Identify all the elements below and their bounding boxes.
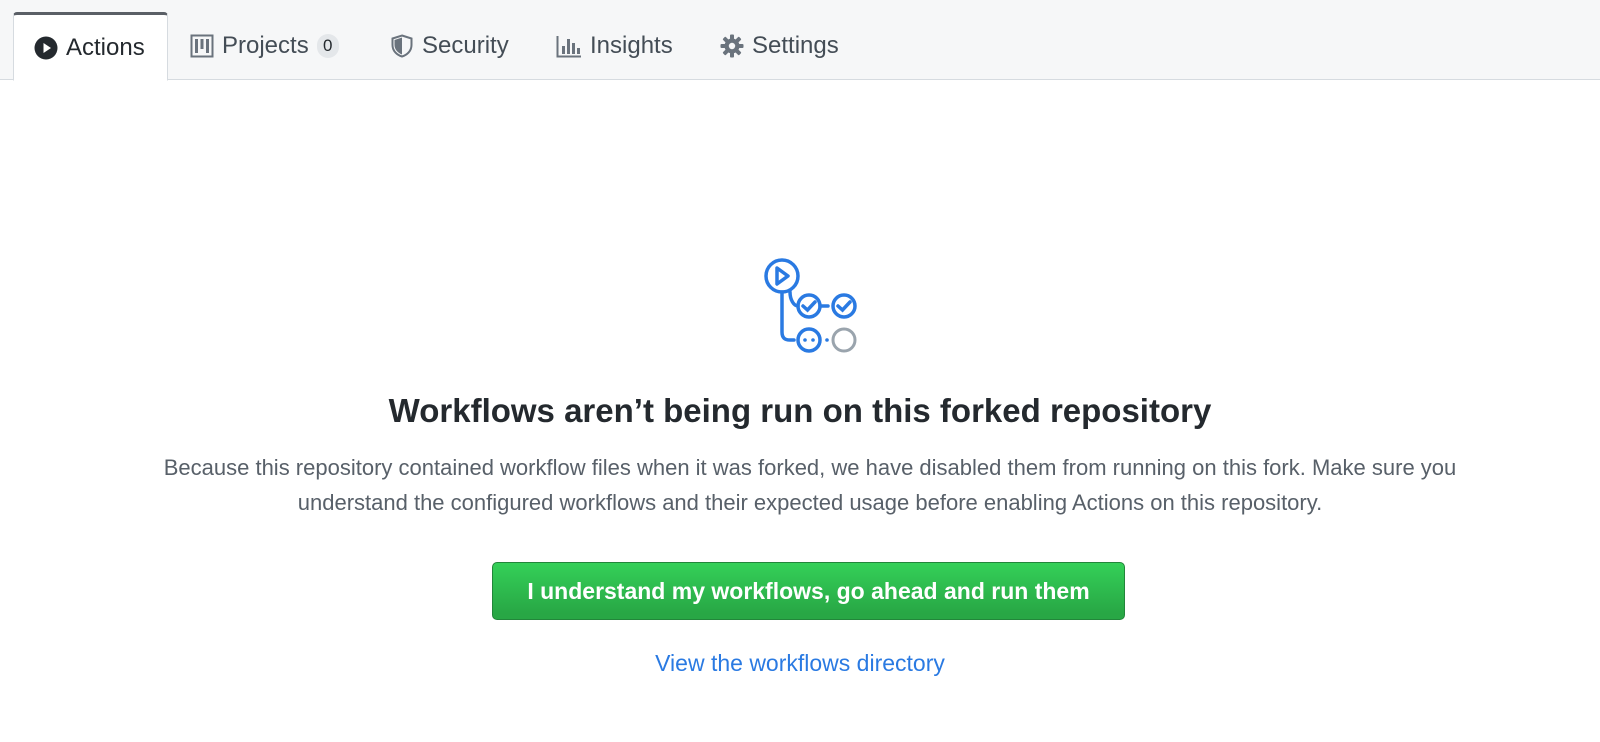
- tab-label: Security: [422, 32, 509, 59]
- tab-projects[interactable]: Projects 0: [190, 12, 339, 80]
- graph-icon: [556, 34, 582, 58]
- blankslate-description: Because this repository contained workfl…: [163, 455, 1457, 515]
- shield-icon: [390, 34, 414, 58]
- tab-security[interactable]: Security: [390, 12, 509, 80]
- tab-actions[interactable]: Actions: [13, 12, 168, 81]
- tab-label: Actions: [66, 33, 145, 61]
- projects-counter: 0: [316, 34, 339, 58]
- gear-icon: [720, 34, 744, 58]
- tab-insights[interactable]: Insights: [556, 12, 673, 80]
- project-board-icon: [190, 34, 214, 58]
- tab-label: Projects: [222, 32, 309, 59]
- repo-nav-tabs: Actions Projects 0 Security Insights Set…: [0, 0, 1600, 81]
- blankslate-heading: Workflows aren’t being run on this forke…: [388, 392, 1212, 429]
- view-workflows-directory-link[interactable]: View the workflows directory: [0, 650, 1600, 677]
- play-circle-icon: [34, 36, 58, 60]
- tab-label: Settings: [752, 32, 839, 59]
- enable-workflows-button[interactable]: I understand my workflows, go ahead and …: [492, 562, 1125, 620]
- tab-settings[interactable]: Settings: [720, 12, 839, 80]
- workflow-graph-icon: [758, 256, 862, 361]
- tab-label: Insights: [590, 32, 673, 59]
